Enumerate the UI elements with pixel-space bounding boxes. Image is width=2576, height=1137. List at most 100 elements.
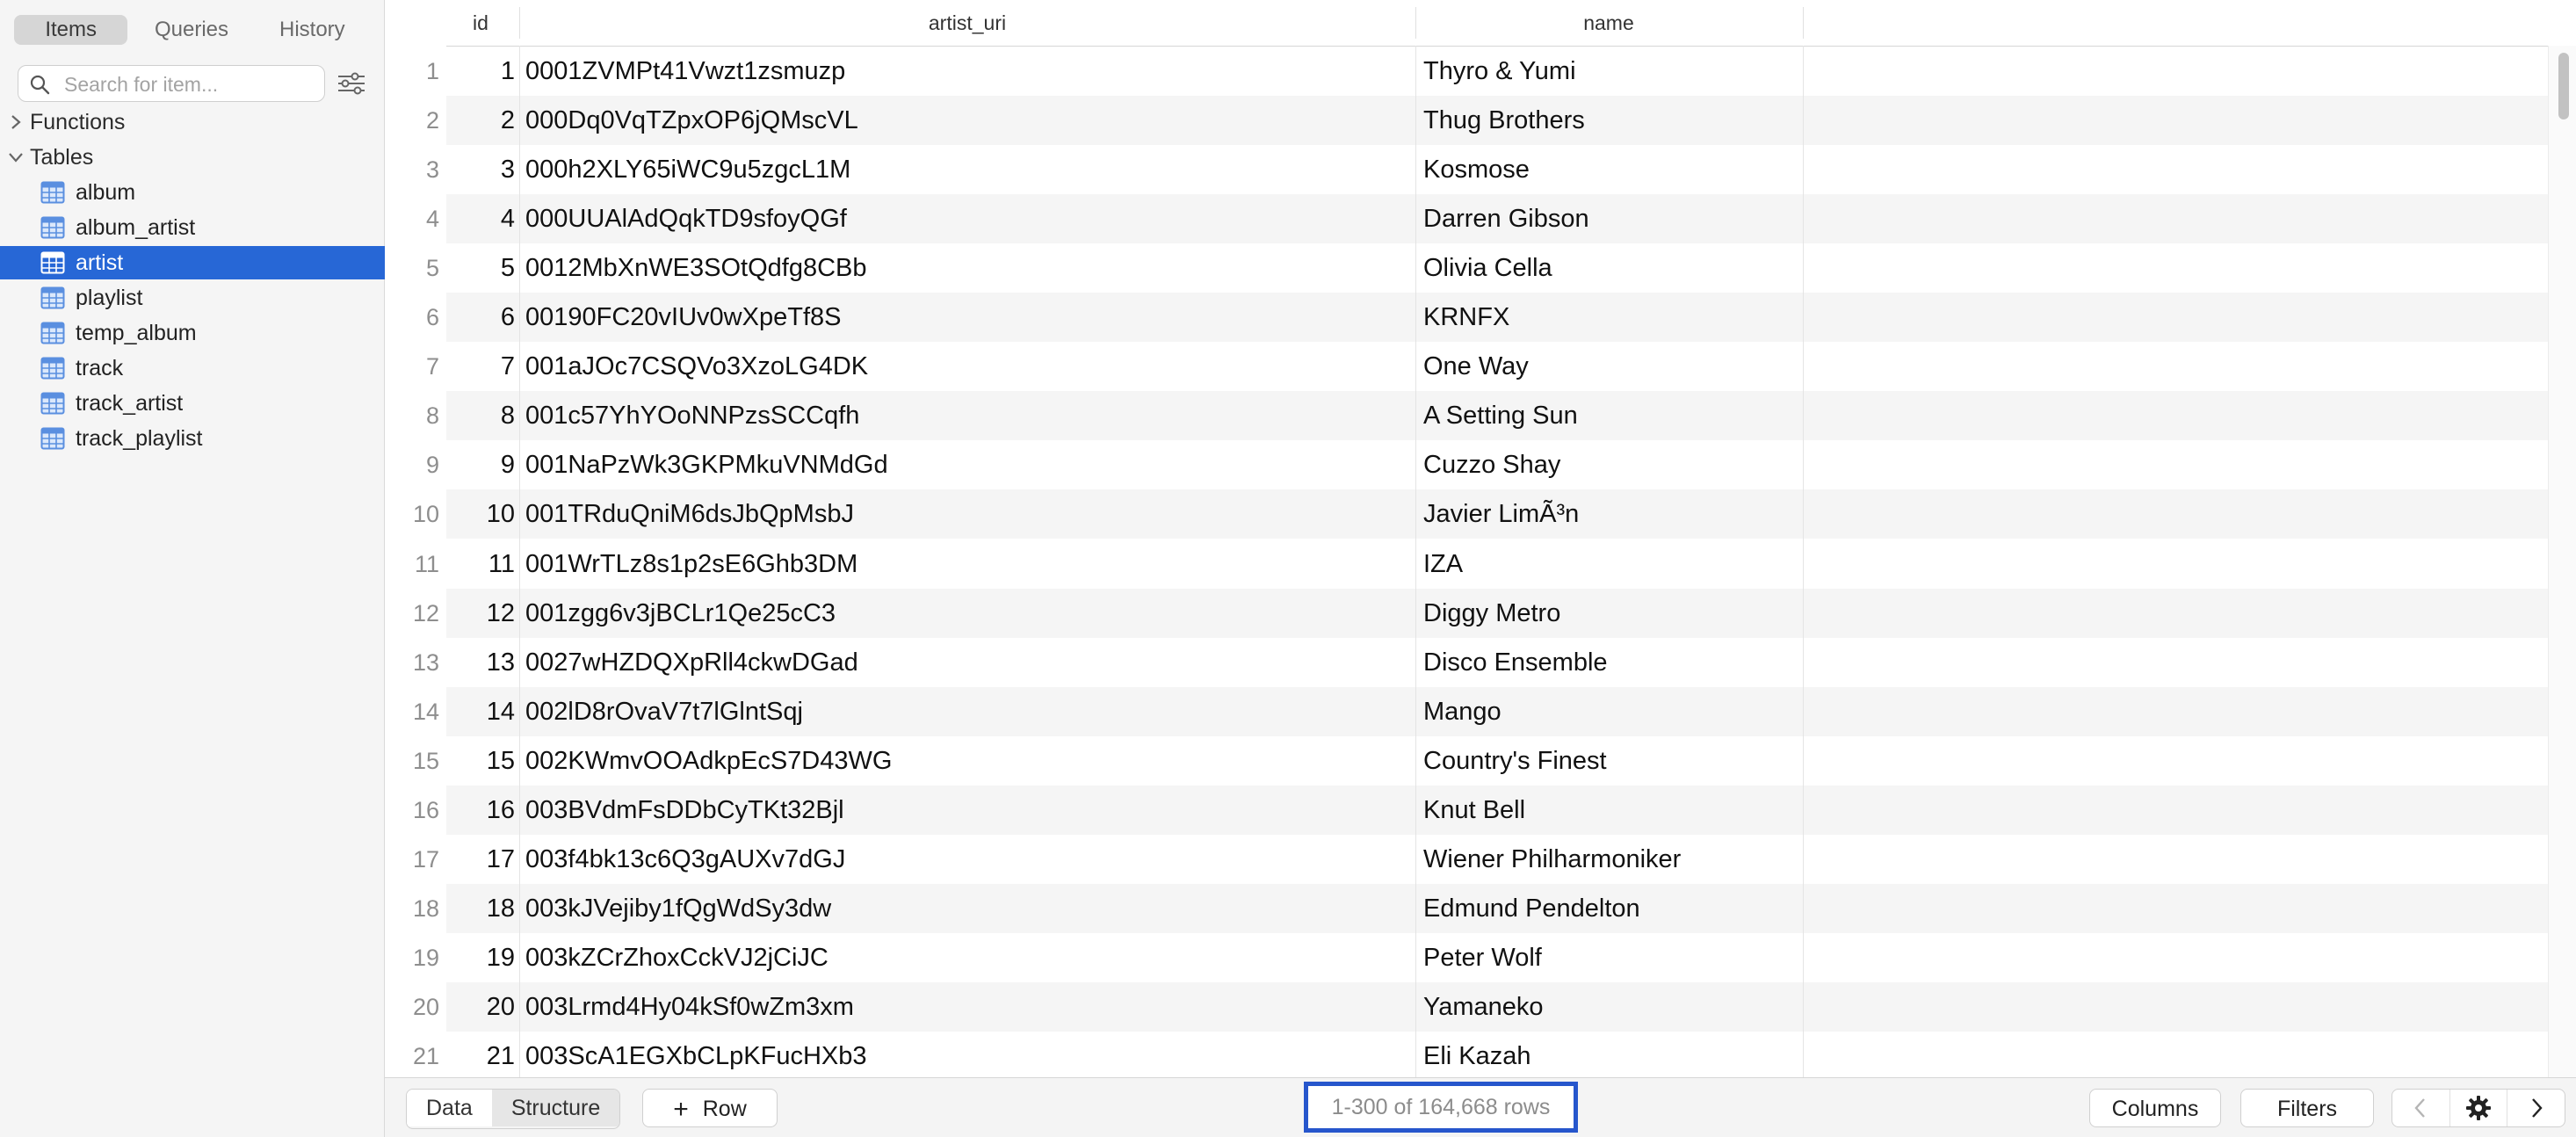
sidebar-item-track-playlist[interactable]: track_playlist <box>0 422 385 455</box>
cell-id[interactable]: 4 <box>446 194 515 243</box>
tree-group-tables[interactable]: Tables <box>7 141 93 173</box>
cell-id[interactable]: 18 <box>446 884 515 933</box>
sidebar-item-album-artist[interactable]: album_artist <box>0 211 385 244</box>
cell-artist-uri[interactable]: 003kZCrZhoxCckVJ2jCiJC <box>525 933 1404 982</box>
table-row[interactable]: 20 003Lrmd4Hy04kSf0wZm3xm Yamaneko <box>446 982 2548 1032</box>
cell-id[interactable]: 6 <box>446 293 515 342</box>
cell-name[interactable]: Thyro & Yumi <box>1423 47 1810 96</box>
cell-id[interactable]: 9 <box>446 440 515 489</box>
cell-artist-uri[interactable]: 003Lrmd4Hy04kSf0wZm3xm <box>525 982 1404 1032</box>
table-row[interactable]: 8 001c57YhYOoNNPzsSCCqfh A Setting Sun <box>446 391 2548 440</box>
cell-id[interactable]: 20 <box>446 982 515 1032</box>
cell-artist-uri[interactable]: 0001ZVMPt41Vwzt1zsmuzp <box>525 47 1404 96</box>
filter-settings-icon[interactable] <box>336 69 367 98</box>
column-divider[interactable] <box>1803 7 1804 39</box>
cell-artist-uri[interactable]: 001TRduQniM6dsJbQpMsbJ <box>525 489 1404 539</box>
table-row[interactable]: 9 001NaPzWk3GKPMkuVNMdGd Cuzzo Shay <box>446 440 2548 489</box>
cell-name[interactable]: Knut Bell <box>1423 786 1810 835</box>
cell-name[interactable]: Cuzzo Shay <box>1423 440 1810 489</box>
cell-artist-uri[interactable]: 0012MbXnWE3SOtQdfg8CBb <box>525 243 1404 293</box>
cell-artist-uri[interactable]: 001zgg6v3jBCLr1Qe25cC3 <box>525 589 1404 638</box>
tab-queries[interactable]: Queries <box>134 15 248 45</box>
table-row[interactable]: 21 003ScA1EGXbCLpKFucHXb3 Eli Kazah <box>446 1032 2548 1081</box>
table-row[interactable]: 2 000Dq0VqTZpxOP6jQMscVL Thug Brothers <box>446 96 2548 145</box>
table-row[interactable]: 7 001aJOc7CSQVo3XzoLG4DK One Way <box>446 342 2548 391</box>
previous-page-button[interactable] <box>2392 1090 2450 1126</box>
cell-name[interactable]: IZA <box>1423 540 1810 589</box>
cell-artist-uri[interactable]: 0027wHZDQXpRll4ckwDGad <box>525 638 1404 687</box>
cell-name[interactable]: KRNFX <box>1423 293 1810 342</box>
cell-id[interactable]: 3 <box>446 145 515 194</box>
sidebar-item-playlist[interactable]: playlist <box>0 281 385 315</box>
table-row[interactable]: 12 001zgg6v3jBCLr1Qe25cC3 Diggy Metro <box>446 589 2548 638</box>
cell-id[interactable]: 1 <box>446 47 515 96</box>
cell-name[interactable]: Thug Brothers <box>1423 96 1810 145</box>
cell-name[interactable]: One Way <box>1423 342 1810 391</box>
table-row[interactable]: 18 003kJVejiby1fQgWdSy3dw Edmund Pendelton <box>446 884 2548 933</box>
table-row[interactable]: 1 0001ZVMPt41Vwzt1zsmuzp Thyro & Yumi <box>446 47 2548 96</box>
cell-id[interactable]: 2 <box>446 96 515 145</box>
cell-id[interactable]: 14 <box>446 687 515 736</box>
pagination-settings-button[interactable] <box>2450 1090 2508 1126</box>
cell-artist-uri[interactable]: 001NaPzWk3GKPMkuVNMdGd <box>525 440 1404 489</box>
cell-id[interactable]: 15 <box>446 736 515 786</box>
next-page-button[interactable] <box>2507 1090 2565 1126</box>
cell-name[interactable]: Darren Gibson <box>1423 194 1810 243</box>
cell-id[interactable]: 17 <box>446 835 515 884</box>
table-row[interactable]: 10 001TRduQniM6dsJbQpMsbJ Javier LimÃ³n <box>446 489 2548 539</box>
sidebar-item-album[interactable]: album <box>0 176 385 209</box>
table-row[interactable]: 16 003BVdmFsDDbCyTKt32Bjl Knut Bell <box>446 786 2548 835</box>
cell-name[interactable]: A Setting Sun <box>1423 391 1810 440</box>
cell-artist-uri[interactable]: 00190FC20vIUv0wXpeTf8S <box>525 293 1404 342</box>
cell-name[interactable]: Yamaneko <box>1423 982 1810 1032</box>
cell-artist-uri[interactable]: 002KWmvOOAdkpEcS7D43WG <box>525 736 1404 786</box>
cell-id[interactable]: 8 <box>446 391 515 440</box>
cell-name[interactable]: Diggy Metro <box>1423 589 1810 638</box>
filters-button[interactable]: Filters <box>2240 1089 2374 1127</box>
sidebar-item-temp-album[interactable]: temp_album <box>0 316 385 350</box>
cell-artist-uri[interactable]: 001aJOc7CSQVo3XzoLG4DK <box>525 342 1404 391</box>
column-header-name[interactable]: name <box>1416 0 1801 46</box>
cell-artist-uri[interactable]: 000UUAlAdQqkTD9sfoyQGf <box>525 194 1404 243</box>
cell-id[interactable]: 16 <box>446 786 515 835</box>
table-row[interactable]: 4 000UUAlAdQqkTD9sfoyQGf Darren Gibson <box>446 194 2548 243</box>
cell-artist-uri[interactable]: 000Dq0VqTZpxOP6jQMscVL <box>525 96 1404 145</box>
cell-artist-uri[interactable]: 002lD8rOvaV7t7lGlntSqj <box>525 687 1404 736</box>
cell-artist-uri[interactable]: 003BVdmFsDDbCyTKt32Bjl <box>525 786 1404 835</box>
column-header-id[interactable]: id <box>446 0 515 46</box>
cell-artist-uri[interactable]: 000h2XLY65iWC9u5zgcL1M <box>525 145 1404 194</box>
cell-name[interactable]: Eli Kazah <box>1423 1032 1810 1081</box>
table-row[interactable]: 19 003kZCrZhoxCckVJ2jCiJC Peter Wolf <box>446 933 2548 982</box>
cell-artist-uri[interactable]: 001c57YhYOoNNPzsSCCqfh <box>525 391 1404 440</box>
table-row[interactable]: 11 001WrTLz8s1p2sE6Ghb3DM IZA <box>446 540 2548 589</box>
search-input[interactable] <box>62 68 321 101</box>
cell-id[interactable]: 10 <box>446 489 515 539</box>
table-row[interactable]: 3 000h2XLY65iWC9u5zgcL1M Kosmose <box>446 145 2548 194</box>
data-view-button[interactable]: Data <box>407 1090 492 1126</box>
tab-items[interactable]: Items <box>14 15 128 45</box>
cell-artist-uri[interactable]: 003f4bk13c6Q3gAUXv7dGJ <box>525 835 1404 884</box>
sidebar-item-track-artist[interactable]: track_artist <box>0 387 385 420</box>
cell-artist-uri[interactable]: 001WrTLz8s1p2sE6Ghb3DM <box>525 540 1404 589</box>
table-row[interactable]: 15 002KWmvOOAdkpEcS7D43WG Country's Finest <box>446 736 2548 786</box>
table-row[interactable]: 17 003f4bk13c6Q3gAUXv7dGJ Wiener Philharmo… <box>446 835 2548 884</box>
cell-name[interactable]: Javier LimÃ³n <box>1423 489 1810 539</box>
cell-name[interactable]: Country's Finest <box>1423 736 1810 786</box>
cell-artist-uri[interactable]: 003kJVejiby1fQgWdSy3dw <box>525 884 1404 933</box>
cell-id[interactable]: 5 <box>446 243 515 293</box>
cell-name[interactable]: Disco Ensemble <box>1423 638 1810 687</box>
cell-name[interactable]: Peter Wolf <box>1423 933 1810 982</box>
table-row[interactable]: 13 0027wHZDQXpRll4ckwDGad Disco Ensemble <box>446 638 2548 687</box>
cell-id[interactable]: 13 <box>446 638 515 687</box>
sidebar-item-track[interactable]: track <box>0 351 385 385</box>
scrollbar-thumb[interactable] <box>2558 53 2569 119</box>
columns-button[interactable]: Columns <box>2089 1089 2221 1127</box>
cell-id[interactable]: 7 <box>446 342 515 391</box>
table-row[interactable]: 14 002lD8rOvaV7t7lGlntSqj Mango <box>446 687 2548 736</box>
cell-id[interactable]: 21 <box>446 1032 515 1081</box>
cell-name[interactable]: Kosmose <box>1423 145 1810 194</box>
sidebar-item-artist[interactable]: artist <box>0 246 385 279</box>
vertical-scrollbar[interactable] <box>2548 46 2576 1077</box>
table-row[interactable]: 6 00190FC20vIUv0wXpeTf8S KRNFX <box>446 293 2548 342</box>
cell-id[interactable]: 12 <box>446 589 515 638</box>
